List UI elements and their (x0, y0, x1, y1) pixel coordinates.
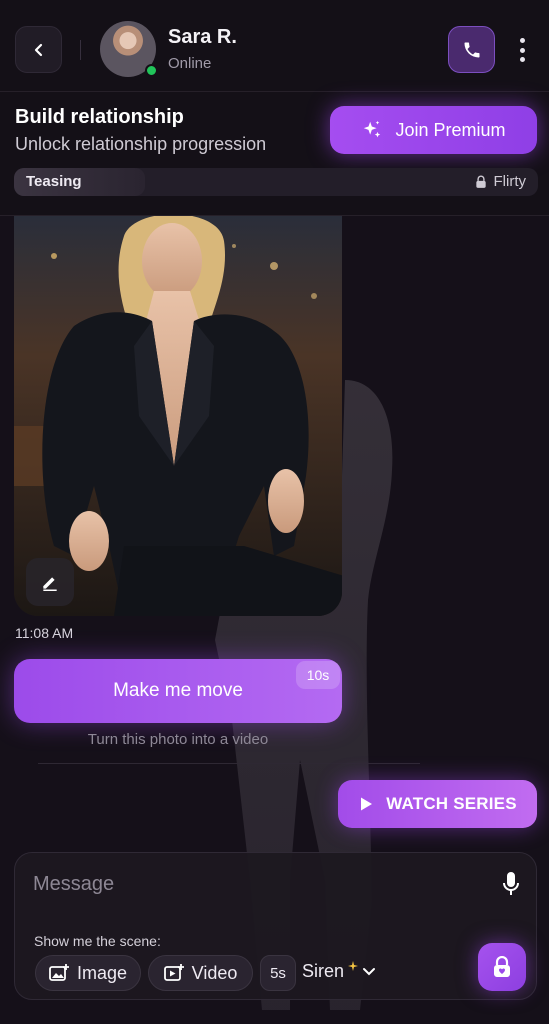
message-input[interactable] (33, 869, 473, 899)
message-composer: Show me the scene: Image Video 5s Siren (14, 852, 537, 1000)
watch-series-label: WATCH SERIES (386, 794, 517, 813)
contact-name: Sara R. (168, 26, 237, 48)
current-level-label: Teasing (26, 173, 82, 190)
make-me-move-button[interactable]: Make me move (14, 659, 342, 723)
image-chip-label: Image (76, 962, 128, 983)
join-premium-button[interactable]: Join Premium (330, 106, 537, 154)
next-level: Flirty (474, 173, 527, 190)
video-chip[interactable]: Video (148, 955, 253, 991)
call-button[interactable] (448, 26, 495, 73)
scene-label: Show me the scene: (34, 933, 161, 949)
next-level-label: Flirty (493, 173, 527, 190)
more-dot (519, 57, 525, 62)
image-chip[interactable]: Image (35, 955, 141, 991)
microphone-icon (503, 872, 519, 895)
online-indicator (145, 64, 158, 77)
voice-label: Siren (302, 961, 345, 981)
make-me-move-label: Make me move (113, 680, 243, 701)
photo-illustration (14, 216, 342, 616)
join-premium-label: Join Premium (395, 119, 506, 140)
message-timestamp: 11:08 AM (15, 625, 74, 641)
chat-header: Sara R. Online (0, 0, 549, 92)
more-vertical-icon (519, 38, 525, 43)
chat-screen: Sara R. Online Build relationship Unlock… (0, 0, 549, 1024)
more-dot (519, 47, 525, 53)
lock-heart-icon (494, 956, 510, 977)
divider (38, 763, 420, 764)
pencil-icon (43, 577, 57, 591)
chat-photo[interactable] (14, 216, 342, 616)
back-button[interactable] (15, 26, 62, 73)
header-divider (80, 40, 81, 60)
watch-series-button[interactable]: WATCH SERIES (338, 780, 537, 828)
duration-chip[interactable]: 5s (260, 955, 296, 991)
sparkle-icon (348, 960, 359, 971)
contact-status: Online (168, 55, 212, 72)
play-icon (361, 797, 373, 811)
add-video-icon (163, 964, 184, 981)
sparkle-icon (364, 120, 381, 138)
microphone-button[interactable] (499, 869, 523, 899)
back-arrow-icon (34, 43, 42, 56)
relationship-panel: Build relationship Unlock relationship p… (0, 92, 549, 216)
phone-icon (464, 42, 479, 57)
make-me-move-caption: Turn this photo into a video (87, 731, 269, 748)
edit-photo-button[interactable] (26, 558, 74, 606)
chevron-down-icon (363, 967, 376, 975)
send-button[interactable] (478, 943, 526, 991)
video-chip-label: Video (191, 962, 238, 983)
more-options-button[interactable] (512, 34, 532, 66)
voice-select[interactable]: Siren (302, 960, 376, 982)
duration-badge: 10s (296, 661, 340, 689)
lock-heart-icon (475, 175, 486, 188)
relationship-subtitle: Unlock relationship progression (15, 134, 267, 154)
relationship-progress-bar: Teasing Flirty (14, 168, 538, 196)
relationship-title: Build relationship (15, 106, 184, 128)
add-image-icon (49, 964, 69, 981)
